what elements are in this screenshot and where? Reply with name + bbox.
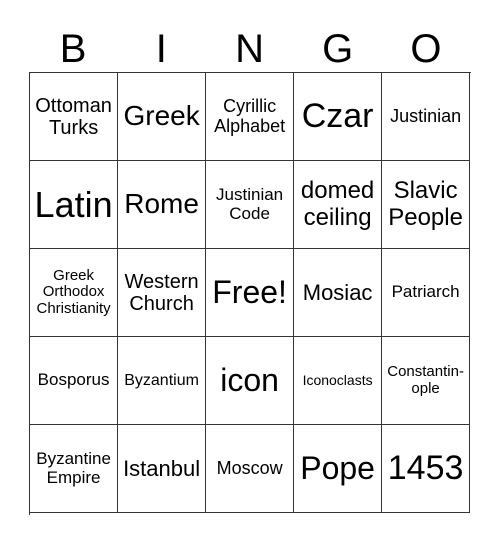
header-letter-o: O bbox=[410, 27, 442, 71]
bingo-cell[interactable]: Constantin-ople bbox=[382, 337, 471, 426]
header-letter-b: B bbox=[59, 27, 87, 71]
bingo-cell[interactable]: Latin bbox=[30, 161, 119, 250]
bingo-cell[interactable]: Ottoman Turks bbox=[30, 73, 119, 162]
bingo-cell[interactable]: Czar bbox=[294, 73, 383, 162]
bingo-cell[interactable]: Istanbul bbox=[118, 425, 207, 514]
bingo-cell[interactable]: Greek bbox=[118, 73, 207, 162]
bingo-cell[interactable]: 1453 bbox=[382, 425, 471, 514]
bingo-cell[interactable]: Mosiac bbox=[294, 249, 383, 338]
bingo-cell[interactable]: Moscow bbox=[206, 425, 295, 514]
header-letter-n: N bbox=[235, 27, 264, 71]
bingo-cell[interactable]: domed ceiling bbox=[294, 161, 383, 250]
bingo-cell[interactable]: Patriarch bbox=[382, 249, 471, 338]
bingo-cell[interactable]: Slavic People bbox=[382, 161, 471, 250]
bingo-cell[interactable]: icon bbox=[206, 337, 295, 426]
bingo-cell[interactable]: Cyrillic Alphabet bbox=[206, 73, 295, 162]
bingo-cell[interactable]: Pope bbox=[294, 425, 383, 514]
bingo-cell[interactable]: Justinian Code bbox=[206, 161, 295, 250]
header-letter-g: G bbox=[322, 27, 354, 71]
header-letter-i: I bbox=[155, 27, 167, 71]
bingo-cell[interactable]: Justinian bbox=[382, 73, 471, 162]
bingo-cell[interactable]: Greek Orthodox Christianity bbox=[30, 249, 119, 338]
bingo-grid: Ottoman Turks Greek Cyrillic Alphabet Cz… bbox=[29, 72, 471, 515]
bingo-cell[interactable]: Western Church bbox=[118, 249, 207, 338]
bingo-cell[interactable]: Iconoclasts bbox=[294, 337, 383, 426]
bingo-cell[interactable]: Bosporus bbox=[30, 337, 119, 426]
bingo-cell[interactable]: Rome bbox=[118, 161, 207, 250]
bingo-header: B I N G O bbox=[29, 26, 470, 72]
bingo-cell[interactable]: Byzantine Empire bbox=[30, 425, 119, 514]
free-space-cell[interactable]: Free! bbox=[206, 249, 295, 338]
bingo-cell[interactable]: Byzantium bbox=[118, 337, 207, 426]
